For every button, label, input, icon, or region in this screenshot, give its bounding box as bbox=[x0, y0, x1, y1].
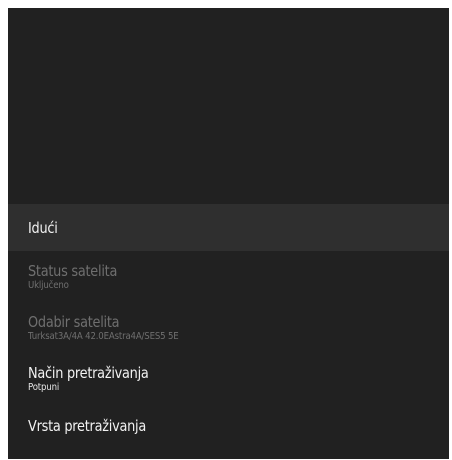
menu-item-search-mode[interactable]: Način pretraživanja Potpuni bbox=[8, 353, 449, 404]
menu-item-satellite-status-title: Status satelita bbox=[28, 261, 118, 280]
menu-item-satellite-selection-value: Turksat3A/4A 42.0EAstra4A/SES5 5E bbox=[28, 330, 179, 342]
menu-item-satellite-status-value: Uključeno bbox=[28, 279, 69, 291]
menu-item-next-title: Idući bbox=[28, 218, 58, 237]
menu-item-next[interactable]: Idući bbox=[8, 204, 449, 251]
menu-item-search-type[interactable]: Vrsta pretraživanja bbox=[8, 404, 449, 448]
menu-item-satellite-selection: Odabir satelita Turksat3A/4A 42.0EAstra4… bbox=[8, 302, 449, 353]
menu-item-search-type-title: Vrsta pretraživanja bbox=[28, 417, 146, 435]
menu-item-search-mode-title: Način pretraživanja bbox=[28, 363, 149, 382]
satellite-settings-menu: Idući Status satelita Uključeno Odabir s… bbox=[8, 204, 449, 448]
menu-item-satellite-selection-title: Odabir satelita bbox=[28, 312, 120, 331]
settings-panel: Idući Status satelita Uključeno Odabir s… bbox=[8, 8, 449, 459]
menu-item-search-mode-value: Potpuni bbox=[28, 381, 60, 393]
menu-item-satellite-status: Status satelita Uključeno bbox=[8, 251, 449, 302]
